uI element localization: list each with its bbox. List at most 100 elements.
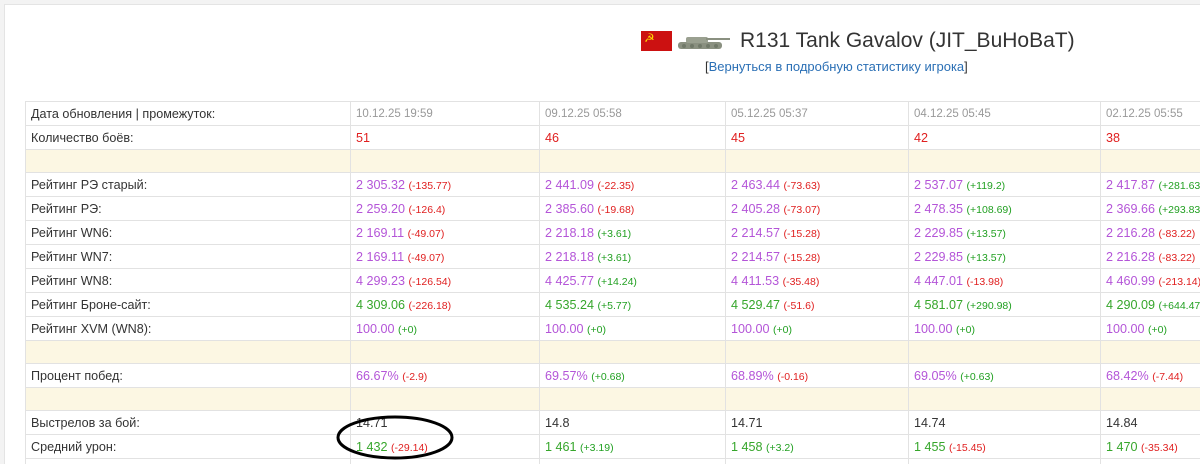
section-gap-row bbox=[26, 388, 1200, 411]
value-cell: 4 425.77 (+14.24) bbox=[540, 269, 726, 293]
gap-cell bbox=[351, 150, 540, 173]
gap-cell bbox=[909, 150, 1101, 173]
stat-value: 2 169.11 bbox=[356, 250, 404, 264]
stat-value: 4 299.23 bbox=[356, 274, 405, 288]
row-label: Рейтинг Броне-сайт: bbox=[26, 293, 351, 317]
row-label: Рейтинг РЭ старый: bbox=[26, 173, 351, 197]
row-label: Рейтинг XVM (WN8): bbox=[26, 317, 351, 341]
row-label: Средний урон: bbox=[26, 435, 351, 459]
back-to-player-stats-link[interactable]: Вернуться в подробную статистику игрока bbox=[709, 59, 965, 74]
gap-cell bbox=[351, 341, 540, 364]
stat-value: 2 537.07 bbox=[914, 178, 963, 192]
stat-value: 1 470 bbox=[1106, 440, 1138, 454]
stat-value: 2 216.28 bbox=[1106, 250, 1155, 264]
stat-value: 2 405.28 bbox=[731, 202, 780, 216]
row-label: Количество боёв: bbox=[26, 126, 351, 150]
value-cell: 05.12.25 05:37 bbox=[726, 102, 909, 126]
stat-value: 4 447.01 bbox=[914, 274, 963, 288]
section-gap-row bbox=[26, 150, 1200, 173]
value-cell: 655 (+12.18) bbox=[726, 459, 909, 464]
stat-delta: (+0.68) bbox=[591, 371, 625, 383]
stat-value: 2 214.57 bbox=[731, 250, 780, 264]
stat-delta: (-226.18) bbox=[409, 300, 452, 312]
stat-delta: (-51.6) bbox=[784, 300, 815, 312]
value-cell: 4 535.24 (+5.77) bbox=[540, 293, 726, 317]
value-cell: 04.12.25 05:45 bbox=[909, 102, 1101, 126]
stat-value: 14.71 bbox=[731, 416, 763, 430]
stat-delta: (-135.77) bbox=[409, 180, 452, 192]
value-cell: 1 432 (-29.14) bbox=[351, 435, 540, 459]
value-cell: 46 bbox=[540, 126, 726, 150]
stat-value: 2 259.20 bbox=[356, 202, 405, 216]
value-cell: 670 (+40.52) bbox=[1101, 459, 1200, 464]
stat-delta: (-35.48) bbox=[783, 276, 820, 288]
value-cell: 14.71 bbox=[351, 411, 540, 435]
stat-value: 4 309.06 bbox=[356, 298, 405, 312]
value-cell: 2 214.57 (-15.28) bbox=[726, 245, 909, 269]
gap-cell bbox=[1101, 341, 1200, 364]
stat-delta: (+0) bbox=[398, 324, 417, 336]
value-cell: 09.12.25 05:58 bbox=[540, 102, 726, 126]
stat-value: 4 535.24 bbox=[545, 298, 594, 312]
stat-value: 69.05% bbox=[914, 369, 957, 383]
value-cell: 100.00 (+0) bbox=[909, 317, 1101, 341]
value-cell: 2 229.85 (+13.57) bbox=[909, 245, 1101, 269]
gap-cell bbox=[726, 341, 909, 364]
stat-delta: (+119.2) bbox=[967, 180, 1006, 192]
stat-delta: (-13.98) bbox=[967, 276, 1004, 288]
value-cell: 4 290.09 (+644.47) bbox=[1101, 293, 1200, 317]
gap-cell bbox=[26, 150, 351, 173]
page-header: R131 Tank Gavalov (JIT_BuHoBaT) [Вернуть… bbox=[5, 5, 1200, 101]
stat-value: 2 214.57 bbox=[731, 226, 780, 240]
value-cell: 4 460.99 (-213.14) bbox=[1101, 269, 1200, 293]
value-cell: 2 169.11 (-49.07) bbox=[351, 221, 540, 245]
winrate-row: Процент побед:66.67% (-2.9)69.57% (+0.68… bbox=[26, 364, 1200, 388]
stat-delta: (+3.19) bbox=[580, 442, 614, 454]
stat-delta: (-0.16) bbox=[777, 371, 808, 383]
value-cell: 38 bbox=[1101, 126, 1200, 150]
value-cell: 68.89% (-0.16) bbox=[726, 364, 909, 388]
gap-cell bbox=[351, 388, 540, 411]
value-cell: 1 470 (-35.34) bbox=[1101, 435, 1200, 459]
stat-value: 2 478.35 bbox=[914, 202, 963, 216]
page-title: R131 Tank Gavalov (JIT_BuHoBaT) bbox=[740, 29, 1075, 53]
value-cell: 14.71 bbox=[726, 411, 909, 435]
stat-value: 100.00 bbox=[731, 322, 770, 336]
gap-cell bbox=[540, 388, 726, 411]
stat-value: 2 169.11 bbox=[356, 226, 404, 240]
stat-delta: (+0.63) bbox=[960, 371, 994, 383]
stat-delta: (+293.83) bbox=[1159, 204, 1200, 216]
value-cell: 610 bbox=[351, 459, 540, 464]
row-label: Выстрелов за бой: bbox=[26, 411, 351, 435]
value-cell: 14.8 bbox=[540, 411, 726, 435]
stat-value: 100.00 bbox=[356, 322, 395, 336]
stat-delta: (+0) bbox=[773, 324, 792, 336]
row-label: Рейтинг РЭ: bbox=[26, 197, 351, 221]
value-cell: 100.00 (+0) bbox=[726, 317, 909, 341]
rating-row: Рейтинг РЭ:2 259.20 (-126.4)2 385.60 (-1… bbox=[26, 197, 1200, 221]
value-cell: 100.00 (+0) bbox=[540, 317, 726, 341]
rating-row: Рейтинг WN7:2 169.11 (-49.07)2 218.18 (+… bbox=[26, 245, 1200, 269]
value-cell: 14.84 bbox=[1101, 411, 1200, 435]
stat-delta: (-22.35) bbox=[598, 180, 635, 192]
combat-stat-row: Средний урон:1 432 (-29.14)1 461 (+3.19)… bbox=[26, 435, 1200, 459]
value-cell: 02.12.25 05:55 bbox=[1101, 102, 1200, 126]
value-cell: 4 299.23 (-126.54) bbox=[351, 269, 540, 293]
row-label: Процент побед: bbox=[26, 364, 351, 388]
stat-value: 2 369.66 bbox=[1106, 202, 1155, 216]
value-cell: 2 305.32 (-135.77) bbox=[351, 173, 540, 197]
rating-row: Рейтинг РЭ старый:2 305.32 (-135.77)2 44… bbox=[26, 173, 1200, 197]
gap-cell bbox=[726, 388, 909, 411]
combat-stat-row: Выстрелов за бой:14.7114.814.7114.7414.8… bbox=[26, 411, 1200, 435]
value-cell: 4 447.01 (-13.98) bbox=[909, 269, 1101, 293]
value-cell: 2 417.87 (+281.63) bbox=[1101, 173, 1200, 197]
gap-cell bbox=[726, 150, 909, 173]
stats-table: Дата обновления | промежуток:10.12.25 19… bbox=[25, 101, 1200, 464]
tank-silhouette-icon bbox=[676, 30, 730, 52]
stat-delta: (+108.69) bbox=[967, 204, 1012, 216]
value-cell: 2 259.20 (-126.4) bbox=[351, 197, 540, 221]
stat-delta: (-213.14) bbox=[1159, 276, 1200, 288]
stat-delta: (-19.68) bbox=[598, 204, 635, 216]
stat-delta: (-7.44) bbox=[1152, 371, 1183, 383]
value-cell: 2 218.18 (+3.61) bbox=[540, 221, 726, 245]
